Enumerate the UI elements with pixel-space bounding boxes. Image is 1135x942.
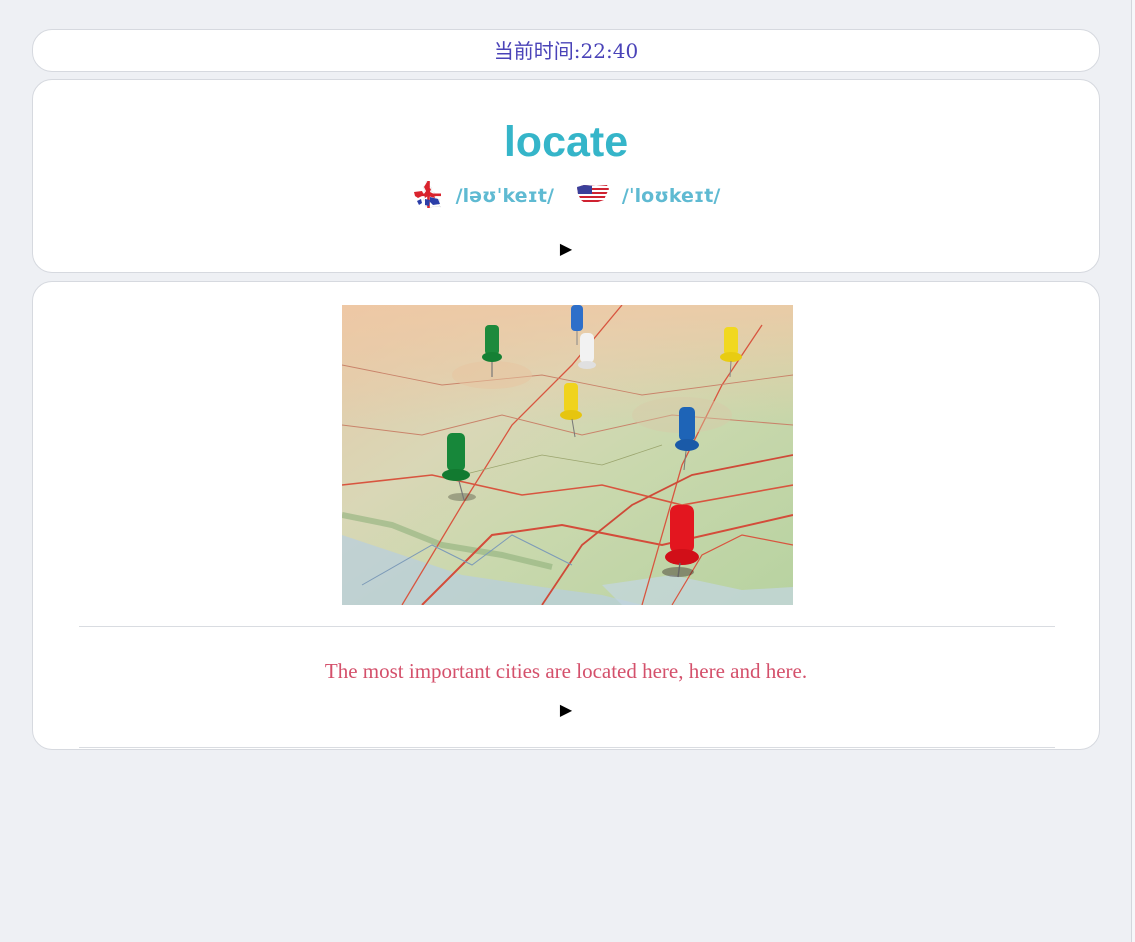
time-label: 当前时间: (493, 39, 581, 63)
word-play-button[interactable]: ▶ (33, 239, 1099, 259)
uk-phonetic: /ləʊˈkeɪt/ (455, 185, 554, 207)
example-card: The most important cities are located he… (32, 281, 1100, 750)
time-value: 22:40 (580, 39, 639, 63)
divider (79, 626, 1055, 627)
sentence-play-button[interactable]: ▶ (33, 700, 1099, 720)
word-card: locate /ləʊˈkeɪt/ /ˈloʊkeɪt/ ▶ (32, 79, 1100, 273)
word-title: locate (503, 118, 629, 166)
map-with-pins-photo (342, 305, 793, 605)
uk-phonetic-group[interactable]: /ləʊˈkeɪt/ (412, 179, 554, 214)
uk-flag-icon[interactable] (412, 179, 444, 214)
us-phonetic: /ˈloʊkeɪt/ (621, 185, 721, 207)
divider (79, 747, 1055, 748)
phonetics-row: /ləʊˈkeɪt/ /ˈloʊkeɪt/ (33, 180, 1099, 212)
us-phonetic-group[interactable]: /ˈloʊkeɪt/ (576, 183, 720, 210)
example-sentence: The most important cities are located he… (324, 659, 808, 683)
us-flag-icon[interactable] (576, 183, 610, 210)
window-right-edge (1131, 0, 1135, 942)
time-card: 当前时间:22:40 (32, 29, 1100, 72)
